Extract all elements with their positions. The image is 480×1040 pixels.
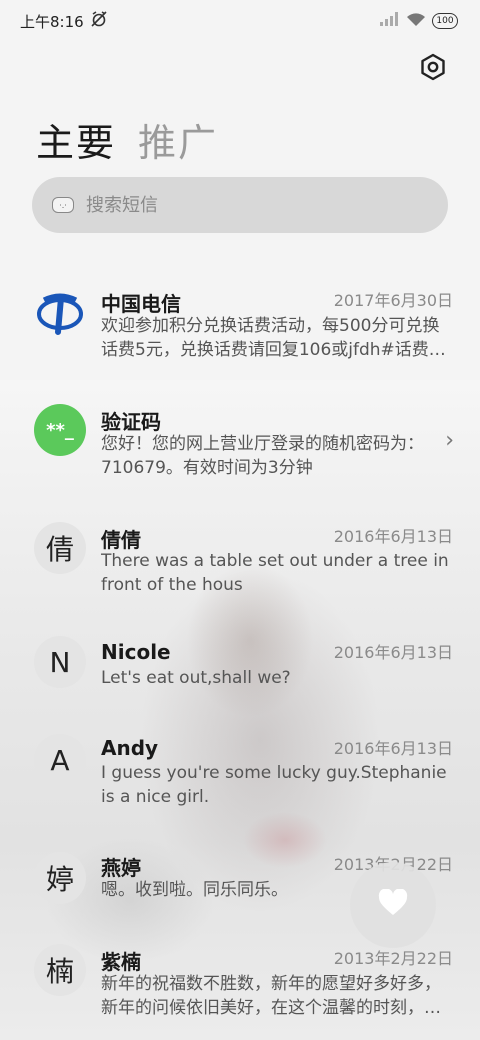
conversation-item[interactable]: 倩 倩倩 2016年6月13日 There was a table set ou… (0, 518, 480, 608)
conversation-preview: Let's eat out,shall we? (101, 668, 291, 688)
conversation-item[interactable]: **_ 验证码 您好！您的网上营业厅登录的随机密码为：710679。有效时间为3… (0, 400, 480, 490)
heart-icon (378, 888, 408, 921)
conversation-date: 2016年6月13日 (333, 527, 453, 546)
conversation-sender: 紫楠 (101, 950, 141, 974)
settings-hexagon-icon (420, 53, 446, 85)
conversation-sender: Andy (101, 736, 159, 760)
conversation-item[interactable]: 楠 紫楠 2013年2月22日 新年的祝福数不胜数，新年的愿望好多好多，新年的问… (0, 942, 480, 1040)
favorites-fab-button[interactable] (350, 862, 436, 948)
status-time: 上午8:16 (20, 12, 84, 31)
tab-promotions[interactable]: 推广 (138, 112, 218, 167)
conversation-item[interactable]: 中国电信 2017年6月30日 欢迎参加积分兑换话费活动，每500分可兑换话费5… (0, 280, 480, 380)
verification-code-avatar: **_ (34, 404, 86, 456)
conversation-preview: There was a table set out under a tree i… (101, 551, 449, 595)
contact-avatar: 楠 (34, 944, 86, 996)
tab-primary[interactable]: 主要 (36, 112, 116, 167)
conversation-date: 2017年6月30日 (333, 291, 453, 310)
conversation-item[interactable]: N Nicole 2016年6月13日 Let's eat out,shall … (0, 636, 480, 706)
conversation-sender: 燕婷 (101, 856, 141, 880)
conversation-sender: Nicole (101, 640, 171, 664)
tab-bar: 主要 推广 (36, 112, 218, 167)
conversation-preview: 新年的祝福数不胜数，新年的愿望好多好多，新年的问候依旧美好，在这个温馨的时刻，… (101, 974, 441, 1018)
conversation-preview: I guess you're some lucky guy.Stephanie … (101, 763, 447, 807)
cat-face-icon: ·.· (52, 197, 74, 213)
conversation-date: 2016年6月13日 (333, 739, 453, 758)
battery-icon: 100 (432, 13, 458, 29)
chevron-right-icon: › (445, 428, 454, 453)
contact-avatar: A (34, 734, 86, 786)
settings-button[interactable] (418, 53, 448, 85)
conversation-item[interactable]: A Andy 2016年6月13日 I guess you're some lu… (0, 730, 480, 820)
contact-avatar: 婷 (34, 852, 86, 904)
contact-avatar: 倩 (34, 522, 86, 574)
conversation-date: 2013年2月22日 (333, 949, 453, 968)
alarm-muted-icon (90, 10, 108, 32)
conversation-sender: 验证码 (101, 410, 161, 434)
china-telecom-logo-icon (34, 286, 86, 338)
conversation-date: 2016年6月13日 (333, 643, 453, 662)
signal-icon (380, 12, 400, 30)
search-input[interactable] (84, 193, 408, 217)
conversation-preview: 欢迎参加积分兑换话费活动，每500分可兑换话费5元，兑换话费请回复106或jfd… (101, 316, 446, 360)
status-bar: 上午8:16 100 (0, 0, 480, 42)
contact-avatar: N (34, 636, 86, 688)
wifi-icon (406, 12, 426, 31)
conversation-preview: 您好！您的网上营业厅登录的随机密码为：710679。有效时间为3分钟 (101, 434, 424, 478)
conversation-sender: 中国电信 (101, 292, 181, 316)
search-bar[interactable]: ·.· (32, 177, 448, 233)
